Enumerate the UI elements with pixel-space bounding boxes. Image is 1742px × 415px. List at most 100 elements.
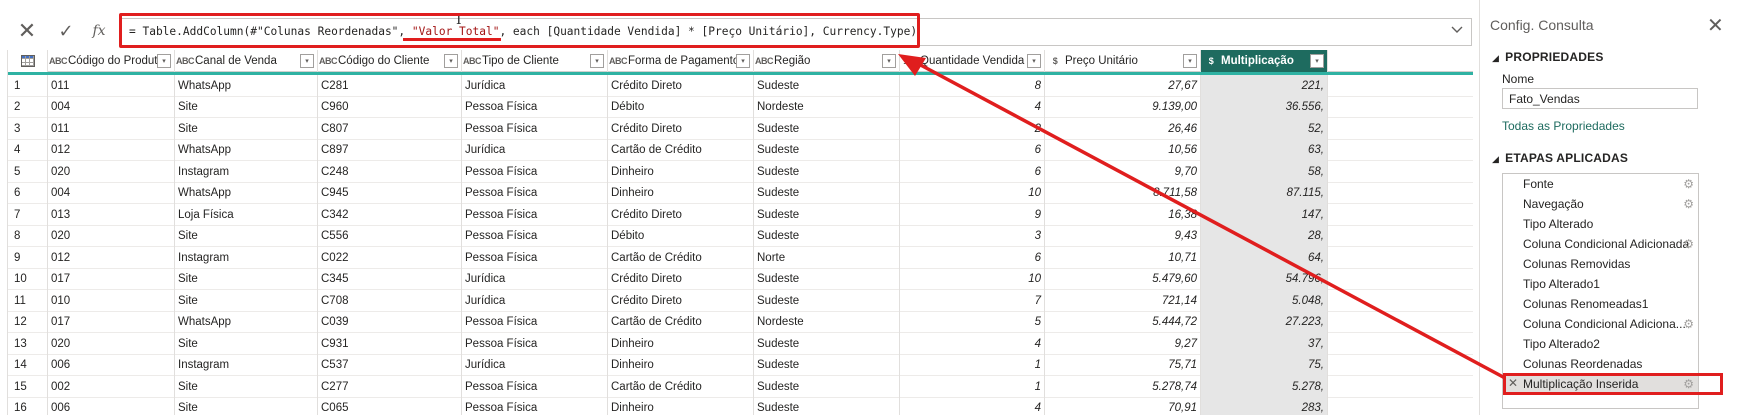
table-cell[interactable]: Pessoa Física	[462, 225, 608, 247]
applied-step[interactable]: Tipo Alterado1	[1503, 274, 1698, 294]
table-cell[interactable]: Jurídica	[462, 268, 608, 290]
commit-icon[interactable]: ✓	[55, 20, 77, 42]
table-cell[interactable]: 5	[900, 311, 1045, 333]
table-row[interactable]: 11 010 Site C708 Jurídica Crédito Direto Sudes…	[8, 290, 1473, 312]
table-cell[interactable]: C342	[318, 204, 462, 226]
table-cell[interactable]: Site	[175, 376, 318, 398]
table-row[interactable]: 5 020 Instagram C248 Pessoa Física Dinheiro Su…	[8, 161, 1473, 183]
column-header[interactable]: ABC Canal de Venda ▾	[175, 50, 318, 72]
table-cell[interactable]: Crédito Direto	[608, 268, 754, 290]
table-cell[interactable]: 26,46	[1045, 118, 1201, 140]
table-cell[interactable]: Norte	[754, 247, 900, 269]
table-cell[interactable]: 017	[48, 268, 175, 290]
table-row[interactable]: 6 004 WhatsApp C945 Pessoa Física Dinheiro Sud…	[8, 182, 1473, 204]
gear-icon[interactable]: ⚙	[1683, 317, 1694, 331]
table-cell[interactable]: Cartão de Crédito	[608, 139, 754, 161]
table-cell[interactable]: 6	[900, 247, 1045, 269]
table-cell[interactable]: C708	[318, 290, 462, 312]
table-cell[interactable]: Site	[175, 290, 318, 312]
gear-icon[interactable]: ⚙	[1683, 237, 1694, 251]
table-cell[interactable]: WhatsApp	[175, 311, 318, 333]
table-cell[interactable]: 721,14	[1045, 290, 1201, 312]
table-cell[interactable]: Sudeste	[754, 376, 900, 398]
table-cell[interactable]: 4	[900, 397, 1045, 415]
table-cell[interactable]: C931	[318, 333, 462, 355]
table-cell[interactable]: 28,	[1201, 225, 1328, 247]
table-cell[interactable]: 6	[900, 139, 1045, 161]
table-cell[interactable]: Pessoa Física	[462, 182, 608, 204]
table-cell[interactable]: Site	[175, 225, 318, 247]
table-cell[interactable]: 10,71	[1045, 247, 1201, 269]
table-cell[interactable]: 3	[900, 225, 1045, 247]
table-cell[interactable]: Crédito Direto	[608, 75, 754, 97]
filter-dropdown-icon[interactable]: ▾	[736, 54, 750, 68]
table-cell[interactable]: Pessoa Física	[462, 161, 608, 183]
column-header[interactable]: 123 Quantidade Vendida ▾	[900, 50, 1045, 72]
table-cell[interactable]: Nordeste	[754, 96, 900, 118]
table-row[interactable]: 2 004 Site C960 Pessoa Física Débito Nordeste 4…	[8, 96, 1473, 118]
table-cell[interactable]: C277	[318, 376, 462, 398]
table-row[interactable]: 10 017 Site C345 Jurídica Crédito Direto Sudes…	[8, 268, 1473, 290]
table-cell[interactable]: 10	[900, 182, 1045, 204]
table-cell[interactable]: Instagram	[175, 354, 318, 376]
table-cell[interactable]: 013	[48, 204, 175, 226]
table-cell[interactable]: 27,67	[1045, 75, 1201, 97]
table-cell[interactable]: Sudeste	[754, 161, 900, 183]
table-cell[interactable]: C281	[318, 75, 462, 97]
cancel-icon[interactable]: ✕	[16, 20, 38, 42]
table-cell[interactable]: 004	[48, 96, 175, 118]
filter-dropdown-icon[interactable]: ▾	[1027, 54, 1041, 68]
table-cell[interactable]: 8	[900, 75, 1045, 97]
filter-dropdown-icon[interactable]: ▾	[1183, 54, 1197, 68]
applied-step[interactable]: Colunas Reordenadas	[1503, 354, 1698, 374]
table-cell[interactable]: Crédito Direto	[608, 290, 754, 312]
properties-section-header[interactable]: ◢ PROPRIEDADES	[1492, 50, 1604, 64]
table-cell[interactable]: Sudeste	[754, 75, 900, 97]
table-cell[interactable]: 10,56	[1045, 139, 1201, 161]
table-cell[interactable]: C248	[318, 161, 462, 183]
column-header[interactable]: $ Preço Unitário ▾	[1045, 50, 1201, 72]
applied-step[interactable]: Coluna Condicional Adicionada ⚙	[1503, 234, 1698, 254]
table-cell[interactable]: 020	[48, 225, 175, 247]
table-cell[interactable]: C065	[318, 397, 462, 415]
table-cell[interactable]: 5.479,60	[1045, 268, 1201, 290]
table-cell[interactable]: Dinheiro	[608, 333, 754, 355]
column-header[interactable]: ABC Código do Cliente ▾	[318, 50, 462, 72]
table-cell[interactable]: Pessoa Física	[462, 118, 608, 140]
table-cell[interactable]: Cartão de Crédito	[608, 247, 754, 269]
table-cell[interactable]: Sudeste	[754, 354, 900, 376]
table-cell[interactable]: 8.711,58	[1045, 182, 1201, 204]
table-cell[interactable]: Jurídica	[462, 75, 608, 97]
table-cell[interactable]: 5.278,	[1201, 376, 1328, 398]
table-cell[interactable]: 9	[900, 204, 1045, 226]
table-cell[interactable]: 16,38	[1045, 204, 1201, 226]
table-cell[interactable]: 010	[48, 290, 175, 312]
filter-dropdown-icon[interactable]: ▾	[882, 54, 896, 68]
table-cell[interactable]: 9,43	[1045, 225, 1201, 247]
table-cell[interactable]: C039	[318, 311, 462, 333]
table-cell[interactable]: C537	[318, 354, 462, 376]
table-cell[interactable]: Sudeste	[754, 204, 900, 226]
table-row[interactable]: 4 012 WhatsApp C897 Jurídica Cartão de Crédit…	[8, 139, 1473, 161]
table-cell[interactable]: 9,70	[1045, 161, 1201, 183]
table-cell[interactable]: 1	[900, 376, 1045, 398]
filter-dropdown-icon[interactable]: ▾	[444, 54, 458, 68]
table-cell[interactable]: Pessoa Física	[462, 204, 608, 226]
table-row[interactable]: 9 012 Instagram C022 Pessoa Física Cartão de …	[8, 247, 1473, 269]
data-type-icon[interactable]: ABC	[318, 56, 338, 66]
table-cell[interactable]: C960	[318, 96, 462, 118]
table-cell[interactable]: 54.796,	[1201, 268, 1328, 290]
data-type-icon[interactable]: ABC	[608, 56, 628, 66]
data-type-icon[interactable]: $	[1045, 56, 1065, 66]
table-cell[interactable]: 5.278,74	[1045, 376, 1201, 398]
table-cell[interactable]: 147,	[1201, 204, 1328, 226]
data-type-icon[interactable]: $	[1201, 56, 1221, 66]
table-cell[interactable]: WhatsApp	[175, 182, 318, 204]
chevron-down-icon[interactable]	[1451, 25, 1463, 37]
table-cell[interactable]: 36.556,	[1201, 96, 1328, 118]
table-cell[interactable]: Jurídica	[462, 354, 608, 376]
table-cell[interactable]: 011	[48, 118, 175, 140]
table-cell[interactable]: Loja Física	[175, 204, 318, 226]
table-cell[interactable]: 9,27	[1045, 333, 1201, 355]
table-cell[interactable]: 006	[48, 397, 175, 415]
